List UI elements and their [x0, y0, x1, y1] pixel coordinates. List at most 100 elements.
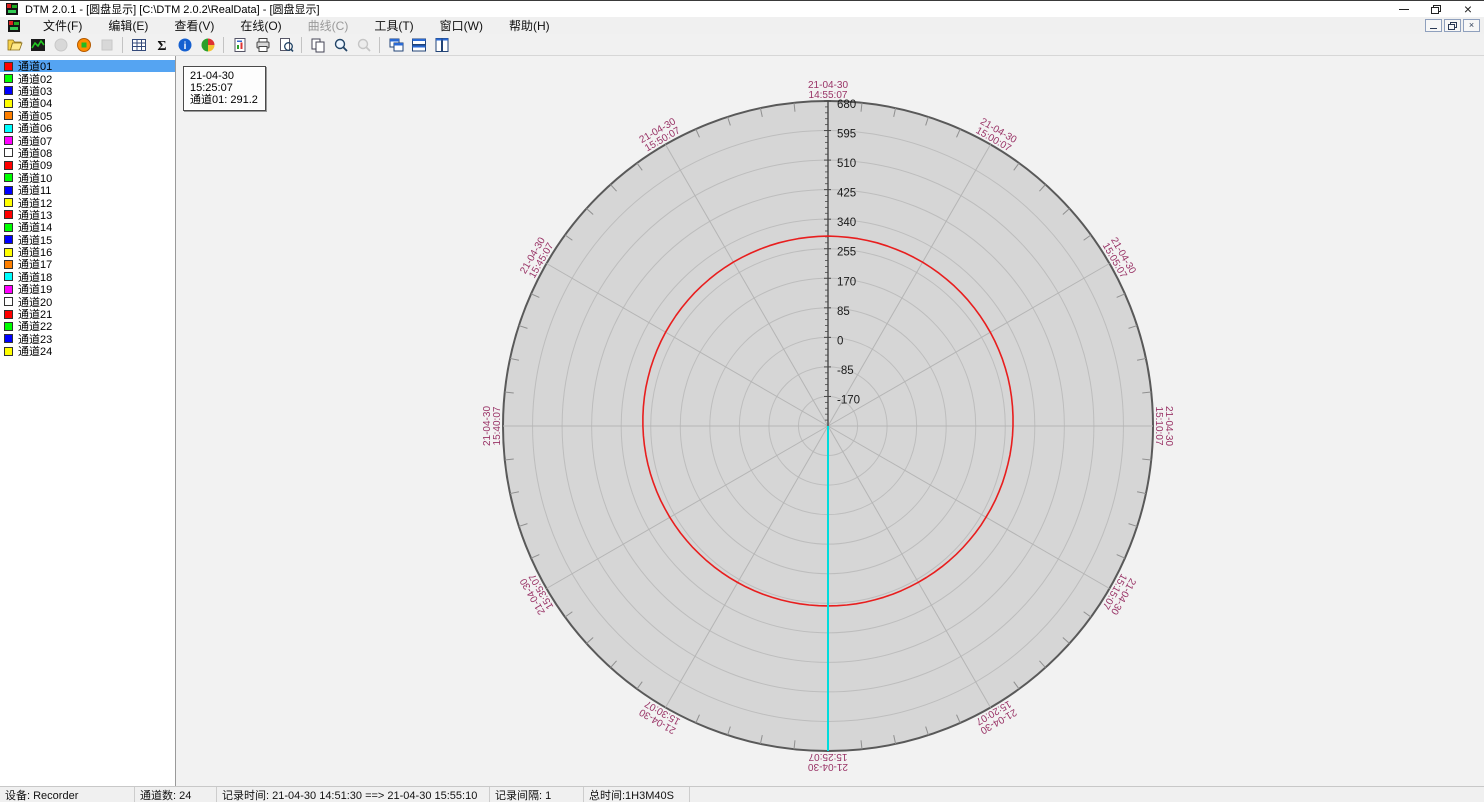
channel-color-swatch [4, 186, 13, 195]
channel-color-swatch [4, 161, 13, 170]
status-panel-channel-count: 通道数: 24 [135, 787, 217, 802]
svg-text:15:25:07: 15:25:07 [808, 751, 847, 762]
menubar: 文件(F)编辑(E)查看(V)在线(O)曲线(C)工具(T)窗口(W)帮助(H)… [0, 17, 1484, 34]
stop-button [95, 35, 118, 55]
print-button[interactable] [251, 35, 274, 55]
zoom-in-button[interactable] [329, 35, 352, 55]
mdi-child-icon[interactable] [8, 20, 20, 32]
tooltip-date: 21-04-30 [190, 70, 258, 82]
toolbar: Σi [0, 34, 1484, 56]
channel-list: 通道01通道02通道03通道04通道05通道06通道07通道08通道09通道10… [0, 56, 176, 786]
mdi-restore-button[interactable] [1444, 19, 1461, 32]
zoom-out-button [352, 35, 375, 55]
channel-color-swatch [4, 173, 13, 182]
print-preview-icon [278, 37, 294, 53]
print-icon [255, 37, 271, 53]
app-icon [6, 3, 18, 15]
channel-color-swatch [4, 99, 13, 108]
export-button[interactable] [228, 35, 251, 55]
channel-color-swatch [4, 272, 13, 281]
menu-item-tools[interactable]: 工具(T) [361, 17, 426, 34]
status-panel-total-time: 总时间:1H3M40S [584, 787, 690, 802]
channel-color-swatch [4, 260, 13, 269]
menu-item-window[interactable]: 窗口(W) [427, 17, 496, 34]
tile-vertical-button[interactable] [430, 35, 453, 55]
client-area: 通道01通道02通道03通道04通道05通道06通道07通道08通道09通道10… [0, 56, 1484, 786]
pie-chart-icon [200, 37, 216, 53]
record-icon [76, 37, 92, 53]
menu-item-curve: 曲线(C) [295, 17, 362, 34]
tooltip-value: 通道01: 291.2 [190, 94, 258, 106]
open-file-button[interactable] [3, 35, 26, 55]
tile-horizontal-button[interactable] [407, 35, 430, 55]
connect-button [49, 35, 72, 55]
channel-color-swatch [4, 322, 13, 331]
svg-text:15:40:07: 15:40:07 [492, 406, 503, 445]
channel-color-swatch [4, 248, 13, 257]
export-icon [232, 37, 248, 53]
zoom-out-icon [356, 37, 372, 53]
window-title: DTM 2.0.1 - [圆盘显示] [C:\DTM 2.0.2\RealDat… [25, 1, 320, 17]
menu-item-file[interactable]: 文件(F) [30, 17, 95, 34]
menu-items: 文件(F)编辑(E)查看(V)在线(O)曲线(C)工具(T)窗口(W)帮助(H) [30, 17, 563, 34]
copy-button[interactable] [306, 35, 329, 55]
window-close-button[interactable]: × [1452, 1, 1484, 17]
channel-color-swatch [4, 210, 13, 219]
svg-text:15:10:07: 15:10:07 [1153, 407, 1164, 446]
channel-color-swatch [4, 148, 13, 157]
value-axis-label: 0 [837, 335, 843, 347]
stop-icon [99, 37, 115, 53]
window-restore-button[interactable] [1420, 1, 1452, 17]
time-label: 21-04-3014:55:07 [808, 80, 848, 101]
realtime-curve-button[interactable] [26, 35, 49, 55]
menu-item-edit[interactable]: 编辑(E) [95, 17, 161, 34]
statusbar: 设备: Recorder通道数: 24记录时间: 21-04-30 14:51:… [0, 786, 1484, 802]
toolbar-separator [122, 37, 123, 53]
channel-item[interactable]: 通道24 [0, 345, 175, 357]
value-axis-label: -85 [837, 365, 854, 377]
menu-item-help[interactable]: 帮助(H) [496, 17, 563, 34]
tile-vertical-icon [434, 37, 450, 53]
value-axis-label: 255 [837, 247, 856, 259]
mdi-minimize-button[interactable] [1425, 19, 1442, 32]
mdi-controls: × [1423, 19, 1480, 32]
copy-icon [310, 37, 326, 53]
svg-text:i: i [183, 41, 186, 52]
channel-color-swatch [4, 74, 13, 83]
chart-area: 21-04-30 15:25:07 通道01: 291.2 -170-85085… [176, 56, 1484, 786]
time-label: 21-04-3015:10:07 [1153, 406, 1174, 446]
svg-text:14:55:07: 14:55:07 [809, 90, 848, 101]
connect-icon [53, 37, 69, 53]
status-panel-filler [690, 787, 1484, 802]
tooltip-time: 15:25:07 [190, 82, 258, 94]
open-file-icon [7, 37, 23, 53]
info-button[interactable]: i [173, 35, 196, 55]
channel-label: 通道24 [18, 343, 52, 359]
value-axis-label: 340 [837, 217, 856, 229]
data-table-button[interactable] [127, 35, 150, 55]
print-preview-button[interactable] [274, 35, 297, 55]
realtime-curve-icon [30, 37, 46, 53]
channel-color-swatch [4, 310, 13, 319]
menu-item-online[interactable]: 在线(O) [227, 17, 294, 34]
pie-chart-button[interactable] [196, 35, 219, 55]
statistics-button[interactable]: Σ [150, 35, 173, 55]
channel-color-swatch [4, 86, 13, 95]
polar-chart[interactable]: -170-8508517025534042551059568021-04-301… [176, 56, 1484, 786]
tile-horizontal-icon [411, 37, 427, 53]
mdi-close-button[interactable]: × [1463, 19, 1480, 32]
menu-item-view[interactable]: 查看(V) [161, 17, 227, 34]
channel-color-swatch [4, 198, 13, 207]
cascade-windows-button[interactable] [384, 35, 407, 55]
status-panel-record-time: 记录时间: 21-04-30 14:51:30 ==> 21-04-30 15:… [217, 787, 490, 802]
toolbar-separator [223, 37, 224, 53]
value-axis-label: 170 [837, 276, 856, 288]
record-button[interactable] [72, 35, 95, 55]
window-minimize-button[interactable] [1388, 1, 1420, 17]
svg-text:Σ: Σ [157, 39, 166, 53]
time-label: 21-04-3015:40:07 [482, 406, 503, 446]
channel-color-swatch [4, 124, 13, 133]
channel-color-swatch [4, 297, 13, 306]
channel-color-swatch [4, 235, 13, 244]
channel-color-swatch [4, 347, 13, 356]
